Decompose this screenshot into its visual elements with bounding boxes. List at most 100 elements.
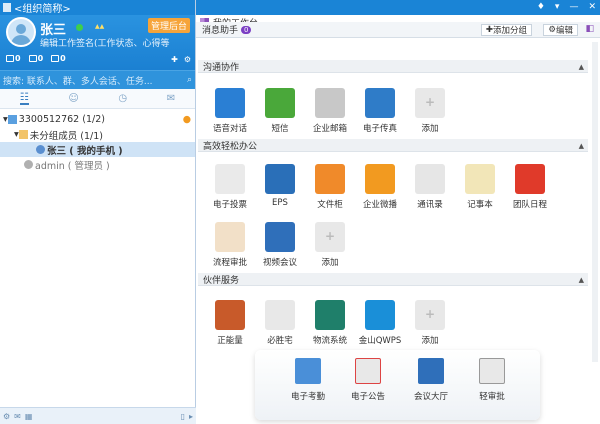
app-1-9[interactable]: + 添加 [305, 222, 355, 268]
app-icon [465, 164, 495, 194]
dock-item-attendance[interactable]: 电子考勤 [280, 358, 336, 402]
add-icon: + [415, 88, 445, 118]
collapse-icon[interactable]: ▲ [579, 142, 584, 150]
announcement-icon [355, 358, 381, 384]
app-2-2[interactable]: 物流系统 [305, 300, 355, 346]
note-icon [51, 55, 60, 62]
app-0-2[interactable]: 企业邮箱 [305, 88, 355, 134]
tab-contacts-icon[interactable]: ☺ [68, 93, 78, 104]
app-2-0[interactable]: 正能量 [205, 300, 255, 346]
home-icon [7, 115, 17, 124]
settings-icon[interactable]: ⚙ [184, 55, 191, 64]
task-stat[interactable]: 0 [28, 54, 43, 63]
collapse-icon[interactable]: ▲ [579, 63, 584, 71]
task-icon [28, 55, 37, 62]
tab-recent-icon[interactable]: ◷ [118, 93, 127, 104]
app-icon [265, 88, 295, 118]
dock-item-meeting-hall[interactable]: 会议大厅 [403, 358, 459, 402]
section-header[interactable]: 高效轻松办公 ▲ [198, 139, 588, 152]
app-2-3[interactable]: 金山QWPS [355, 300, 405, 346]
app-icon [365, 164, 395, 194]
app-1-7[interactable]: 流程审批 [205, 222, 255, 268]
user-icon [24, 160, 33, 169]
app-2-1[interactable]: 必胜宅 [255, 300, 305, 346]
section-header[interactable]: 沟通协作 ▲ [198, 60, 588, 73]
close-icon[interactable]: ✕ [588, 2, 596, 12]
tree-item-me[interactable]: 张三 ( 我的手机 ) [0, 142, 195, 157]
attendance-icon [295, 358, 321, 384]
app-icon [265, 300, 295, 330]
app-logo-icon [3, 3, 11, 12]
minimize-icon[interactable]: — [569, 2, 578, 12]
app-0-0[interactable]: 语音对话 [205, 88, 255, 134]
title-bar: <组织简称> [0, 0, 195, 15]
message-count-badge: 0 [241, 25, 252, 34]
scrollbar[interactable] [592, 42, 598, 362]
tree-group[interactable]: ▾ 未分组成员 (1/1) [0, 127, 195, 142]
tree-root[interactable]: ▾ 3300512762 (1/2) ● [0, 112, 195, 127]
admin-console-button[interactable]: 管理后台 [148, 18, 191, 33]
edit-button[interactable]: ⚙ 编辑 [543, 24, 578, 36]
title-bar-right: ♦ ▾ — ✕ [196, 0, 600, 15]
add-contact-icon[interactable]: ✚ [171, 55, 178, 64]
app-2-4[interactable]: + 添加 [405, 300, 455, 346]
online-status-icon[interactable] [76, 24, 83, 31]
left-tabs: ☷ ☺ ◷ ✉ [0, 89, 195, 109]
tab-mail-icon[interactable]: ✉ [167, 93, 175, 104]
app-1-8[interactable]: 视频会议 [255, 222, 305, 268]
app-1-2[interactable]: 文件柜 [305, 164, 355, 210]
collapse-icon[interactable]: ▲ [579, 276, 584, 284]
left-toolbar: ⚙ ✉ ▦ ▯ ▸ [0, 407, 196, 424]
window-title: <组织简称> [14, 4, 71, 15]
message-helper-label[interactable]: 消息助手 [202, 23, 238, 36]
app-0-1[interactable]: 短信 [255, 88, 305, 134]
app-icon [265, 164, 295, 194]
mail-icon [6, 55, 14, 62]
stat-row: 0 0 0 [6, 54, 66, 63]
app-1-4[interactable]: 通讯录 [405, 164, 455, 210]
section-header[interactable]: 伙伴服务 ▲ [198, 273, 588, 286]
signature-field[interactable]: 编辑工作签名(工作状态、心得等 [40, 36, 190, 49]
tab-org-icon[interactable]: ☷ [19, 92, 29, 105]
app-icon [515, 164, 545, 194]
chat-icon[interactable]: ✉ [14, 412, 21, 421]
folder-icon [18, 130, 28, 139]
location-icon: ● [182, 114, 191, 125]
message-bar: 消息助手 0 ✚ 添加分组 ⚙ 编辑 ◧ [196, 22, 600, 38]
skin-icon[interactable]: ♦ [537, 2, 545, 12]
add-group-button[interactable]: ✚ 添加分组 [480, 24, 532, 36]
profile-area: 张三 ▲▲ 管理后台 编辑工作签名(工作状态、心得等 0 0 0 ✚ ⚙ [0, 15, 195, 70]
app-1-0[interactable]: 电子投票 [205, 164, 255, 210]
app-icon [215, 300, 245, 330]
apps-icon[interactable]: ▦ [25, 412, 33, 421]
note-stat[interactable]: 0 [51, 54, 66, 63]
tree-item-admin[interactable]: admin ( 管理员 ) [0, 157, 195, 172]
dock-item-approval[interactable]: 轻审批 [464, 358, 520, 402]
search-input[interactable]: 搜索: 联系人、群、多人会话、任务... [3, 74, 187, 87]
org-tree: ▾ 3300512762 (1/2) ● ▾ 未分组成员 (1/1) 张三 ( 我的手… [0, 109, 195, 172]
app-1-3[interactable]: 企业微播 [355, 164, 405, 210]
search-bar[interactable]: 搜索: 联系人、群、多人会话、任务... ⌕ [0, 70, 195, 89]
meeting-icon [418, 358, 444, 384]
phone-icon[interactable]: ▯ [181, 412, 185, 421]
app-0-4[interactable]: + 添加 [405, 88, 455, 134]
settings-icon[interactable]: ⚙ [3, 412, 10, 421]
app-0-3[interactable]: 电子传真 [355, 88, 405, 134]
menu-icon[interactable]: ▾ [555, 2, 560, 12]
app-1-5[interactable]: 记事本 [455, 164, 505, 210]
avatar[interactable] [6, 17, 36, 47]
search-icon[interactable]: ⌕ [187, 75, 192, 85]
window-controls: ♦ ▾ — ✕ [537, 2, 596, 12]
app-1-1[interactable]: EPS [255, 164, 305, 208]
mail-stat[interactable]: 0 [6, 54, 21, 63]
left-panel: <组织简称> 张三 ▲▲ 管理后台 编辑工作签名(工作状态、心得等 0 0 0 … [0, 0, 196, 424]
expand-icon[interactable]: ▸ [189, 412, 193, 421]
app-icon [365, 300, 395, 330]
app-1-6[interactable]: 团队日程 [505, 164, 555, 210]
app-icon [265, 222, 295, 252]
app-icon [215, 88, 245, 118]
approval-icon [479, 358, 505, 384]
sidebar-toggle-icon[interactable]: ◧ [585, 24, 594, 34]
dock-item-announcement[interactable]: 电子公告 [340, 358, 396, 402]
user-icon [36, 145, 45, 154]
